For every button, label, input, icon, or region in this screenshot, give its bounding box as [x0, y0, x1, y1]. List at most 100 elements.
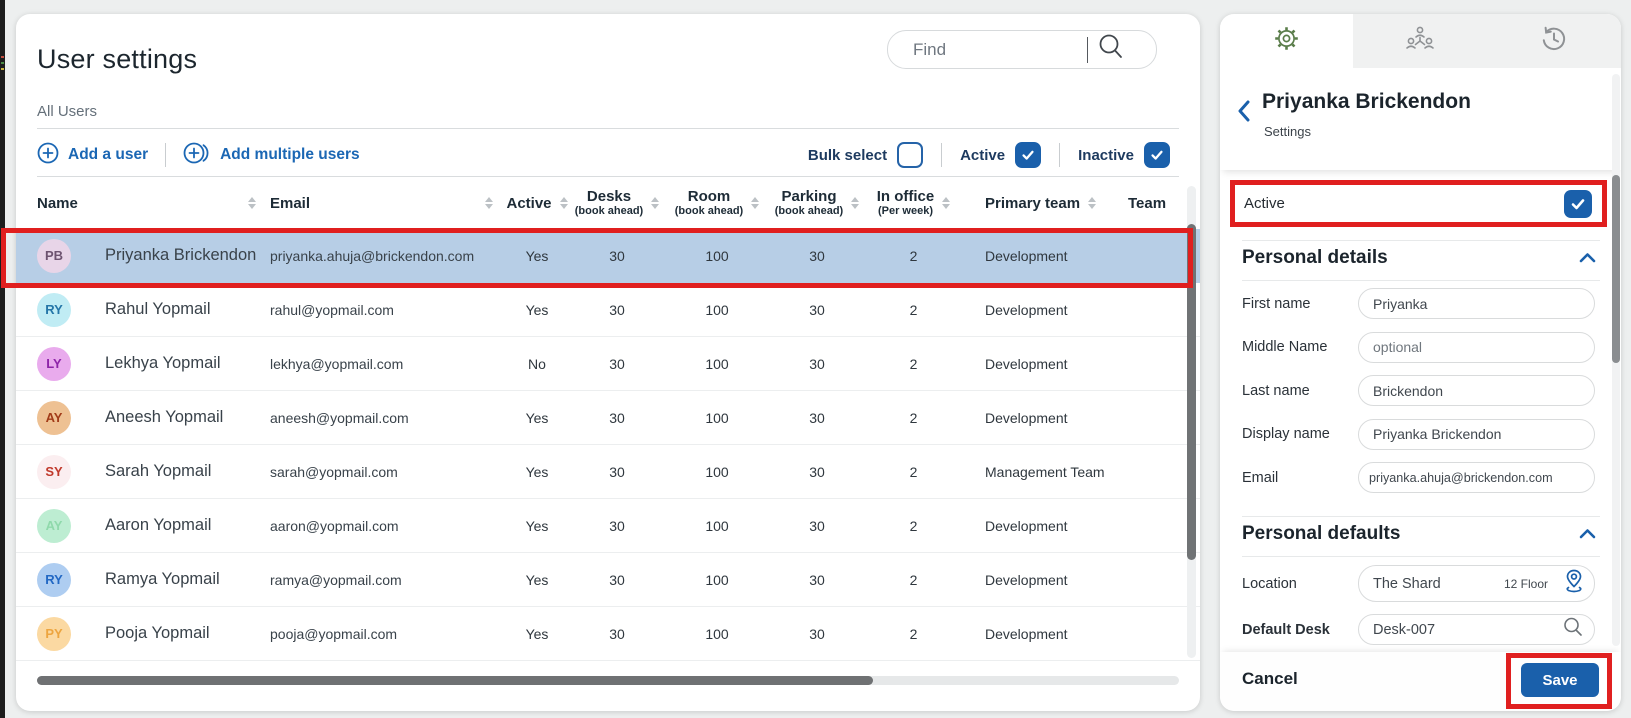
user-room: 100 [705, 517, 729, 534]
table-row[interactable]: AY Aneesh Yopmail aneesh@yopmail.com Yes 30 1… [16, 391, 1200, 445]
divider [165, 143, 167, 167]
horizontal-scrollbar-thumb[interactable] [37, 676, 873, 685]
user-desks: 30 [609, 625, 625, 642]
location-field[interactable]: The Shard 12 Floor [1358, 565, 1595, 602]
divider [1242, 240, 1600, 241]
user-email: ramya@yopmail.com [270, 571, 402, 588]
user-active: Yes [525, 409, 549, 426]
add-multiple-users-icon[interactable] [183, 142, 211, 169]
search-box[interactable] [887, 30, 1157, 69]
user-room: 100 [705, 301, 729, 318]
detail-subtitle: Settings [1264, 124, 1311, 139]
add-user-icon[interactable] [37, 142, 59, 169]
field-label-middle-name: Middle Name [1242, 339, 1328, 355]
table-row[interactable]: LY Lekhya Yopmail lekhya@yopmail.com No 30 10… [16, 337, 1200, 391]
tab-teams[interactable] [1353, 14, 1486, 68]
field-input-first-name[interactable] [1358, 288, 1595, 319]
user-desks: 30 [609, 571, 625, 588]
active-toggle-checkbox[interactable] [1564, 189, 1592, 218]
default-desk-field[interactable]: Desk-007 [1358, 614, 1595, 645]
back-icon[interactable] [1237, 100, 1251, 127]
user-primary-team: Development [985, 355, 1068, 372]
user-in-office: 2 [909, 355, 918, 372]
save-button[interactable]: Save [1521, 663, 1599, 697]
detail-scrollbar[interactable] [1612, 74, 1620, 646]
user-desks: 30 [609, 247, 625, 264]
table-row[interactable]: AY Aaron Yopmail aaron@yopmail.com Yes 30 100… [16, 499, 1200, 553]
user-parking: 30 [809, 571, 825, 588]
user-email: aaron@yopmail.com [270, 517, 399, 534]
column-header-active[interactable]: Active [506, 196, 568, 211]
column-header-desks[interactable]: Desks (book ahead) [567, 189, 667, 217]
field-input-display-name[interactable] [1358, 418, 1595, 450]
section-title-text: Personal defaults [1242, 523, 1401, 544]
section-personal-defaults: Personal defaults [1242, 523, 1600, 545]
field-input-email[interactable] [1358, 462, 1595, 493]
user-room: 100 [705, 463, 729, 480]
user-in-office: 2 [909, 409, 918, 426]
chevron-up-icon[interactable] [1579, 247, 1596, 269]
bulk-select-checkbox[interactable] [897, 142, 924, 168]
column-header-email[interactable]: Email [270, 196, 507, 211]
detail-header: Priyanka Brickendon Settings [1220, 68, 1621, 170]
add-multiple-users-button[interactable]: Add multiple users [220, 146, 360, 164]
user-desks: 30 [609, 517, 625, 534]
org-chart-icon [1405, 26, 1435, 57]
sort-icon[interactable] [248, 197, 256, 209]
avatar: AY [37, 508, 71, 543]
field-input-last-name[interactable] [1358, 375, 1595, 406]
tab-history[interactable] [1487, 14, 1621, 68]
divider [1242, 556, 1600, 557]
search-icon[interactable] [1096, 32, 1126, 67]
user-name: Sarah Yopmail [105, 462, 212, 480]
user-in-office: 2 [909, 517, 918, 534]
cancel-button[interactable]: Cancel [1242, 669, 1298, 689]
sort-icon[interactable] [942, 197, 951, 209]
field-label-first-name: First name [1242, 295, 1311, 312]
field-input-middle-name[interactable] [1358, 331, 1595, 363]
add-user-button[interactable]: Add a user [68, 146, 148, 164]
search-input[interactable] [911, 38, 1085, 61]
desk-search-icon[interactable] [1562, 616, 1584, 643]
tab-settings[interactable] [1220, 14, 1353, 68]
vertical-scrollbar[interactable] [1187, 186, 1196, 658]
user-parking: 30 [809, 409, 825, 426]
window-edge-strip [0, 0, 5, 718]
divider [1059, 143, 1061, 167]
user-desks: 30 [609, 301, 625, 318]
column-header-in_office[interactable]: In office (Per week) [867, 189, 960, 217]
detail-scrollbar-thumb[interactable] [1612, 175, 1620, 363]
table-row[interactable]: PY Pooja Yopmail pooja@yopmail.com Yes 30 100… [16, 607, 1200, 661]
field-label-display-name: Display name [1242, 426, 1330, 442]
user-primary-team: Development [985, 247, 1068, 264]
chevron-up-icon[interactable] [1579, 523, 1596, 545]
user-active: No [528, 355, 546, 372]
user-parking: 30 [809, 463, 825, 480]
table-row[interactable]: PB Priyanka Brickendon priyanka.ahuja@bric… [16, 229, 1200, 283]
user-primary-team: Development [985, 571, 1068, 588]
sort-icon[interactable] [651, 197, 660, 209]
user-parking: 30 [809, 301, 825, 318]
table-row[interactable]: RY Rahul Yopmail rahul@yopmail.com Yes 30 100… [16, 283, 1200, 337]
view-filter-label[interactable]: All Users [37, 103, 97, 120]
inactive-filter-checkbox[interactable] [1144, 142, 1170, 168]
horizontal-scrollbar[interactable] [37, 676, 1179, 685]
column-header-primary_team[interactable]: Primary team [960, 196, 1120, 211]
location-pin-icon[interactable] [1562, 568, 1586, 599]
divider [1242, 516, 1600, 517]
location-building: The Shard [1373, 575, 1441, 592]
column-header-room[interactable]: Room (book ahead) [667, 189, 767, 217]
table-row[interactable]: RY Ramya Yopmail ramya@yopmail.com Yes 30 100… [16, 553, 1200, 607]
user-email: aneesh@yopmail.com [270, 409, 409, 426]
vertical-scrollbar-thumb[interactable] [1187, 224, 1196, 560]
table-row[interactable]: SY Sarah Yopmail sarah@yopmail.com Yes 30 100… [16, 445, 1200, 499]
sort-icon[interactable] [851, 197, 860, 209]
column-header-parking[interactable]: Parking (book ahead) [767, 189, 867, 217]
sort-icon[interactable] [751, 197, 760, 209]
sort-icon[interactable] [485, 197, 493, 209]
sort-icon[interactable] [1088, 197, 1097, 209]
avatar: LY [37, 346, 71, 381]
user-parking: 30 [809, 355, 825, 372]
active-filter-checkbox[interactable] [1015, 142, 1042, 168]
column-header-name[interactable]: Name [37, 196, 270, 211]
